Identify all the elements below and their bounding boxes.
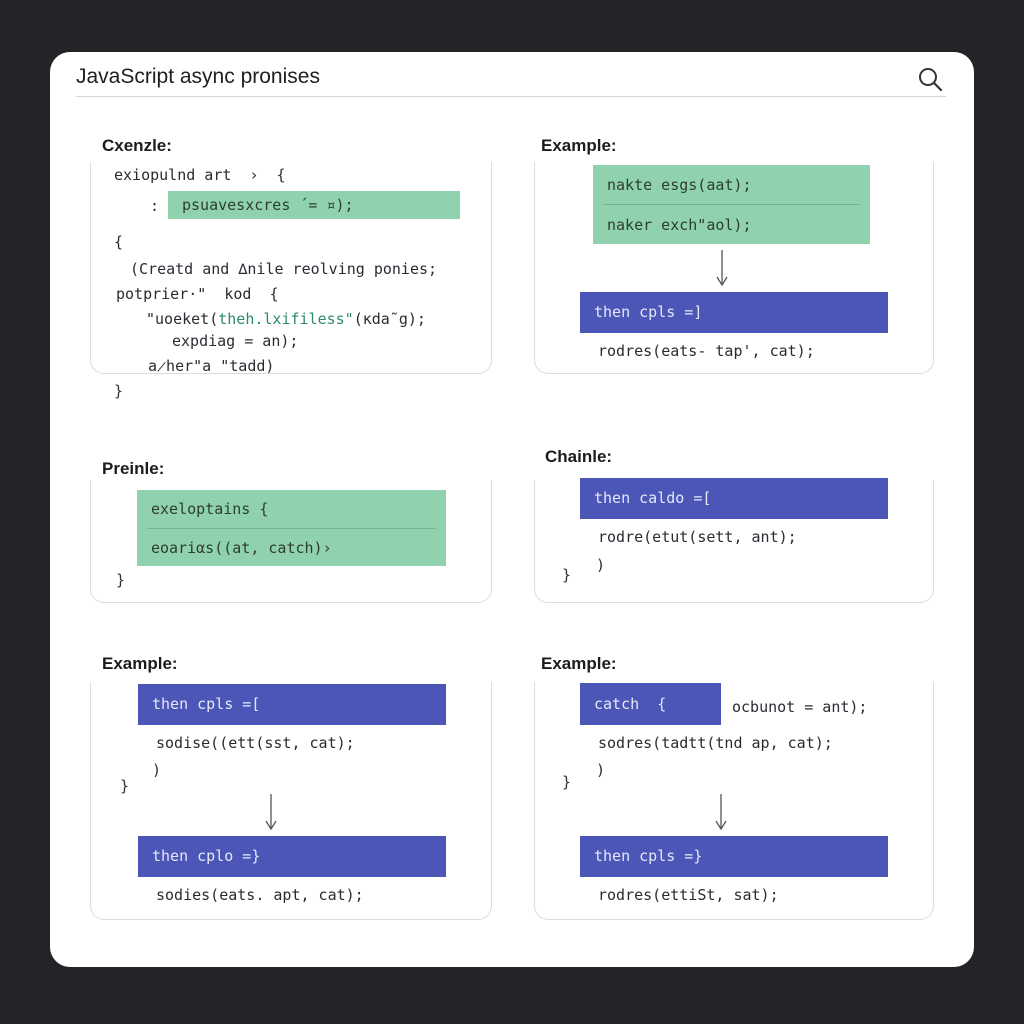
code-line: } bbox=[114, 382, 124, 400]
panel-label-1: Cxenzle: bbox=[102, 136, 172, 155]
code-token: "uoeket( bbox=[146, 310, 219, 328]
promise-then-block[interactable]: then cpls =} bbox=[580, 836, 888, 877]
code-line: exiopulnd art › { bbox=[114, 166, 286, 184]
code-token: (κda˜g); bbox=[353, 310, 426, 328]
code-line: expdiag = an); bbox=[172, 332, 299, 350]
code-line: ocbunot = ant); bbox=[732, 698, 868, 716]
code-line: ) bbox=[152, 761, 162, 779]
promise-then-block[interactable]: then cpls =[ bbox=[138, 684, 446, 725]
panel-label-4: Chainle: bbox=[545, 447, 613, 466]
code-line: a̷her"a "tadd) bbox=[148, 357, 275, 375]
promise-then-block[interactable]: then caldo =[ bbox=[580, 478, 888, 519]
code-line: potprier·" kod { bbox=[116, 285, 279, 303]
code-line: exeloptains { bbox=[151, 500, 269, 518]
panel-label-6: Example: bbox=[541, 654, 617, 673]
promise-then-block[interactable]: then cplo =} bbox=[138, 836, 446, 877]
code-line: (Creatd and ∆nile reolving ponies; bbox=[130, 260, 438, 278]
code-line: rodres(eats- tap', cat); bbox=[598, 342, 815, 360]
panel-label-5: Example: bbox=[102, 654, 178, 673]
code-line: sodise((ett(sst, cat); bbox=[156, 734, 355, 752]
code-line: { bbox=[114, 233, 124, 251]
block-separator bbox=[603, 204, 860, 205]
code-line: sodres(tadtt(tnd ap, cat); bbox=[598, 734, 833, 752]
down-arrow-icon bbox=[265, 794, 277, 831]
panel-label-3: Preinle: bbox=[102, 459, 165, 478]
code-line: psuavesxcres ´= ¤); bbox=[182, 196, 354, 214]
code-token: theh.lxifiless" bbox=[218, 310, 354, 328]
code-line: } bbox=[562, 773, 572, 791]
code-line: ) bbox=[596, 556, 606, 574]
down-arrow-icon bbox=[715, 794, 727, 831]
code-line-colon: : bbox=[150, 197, 160, 215]
down-arrow-icon bbox=[716, 250, 728, 287]
code-line: rodres(ettiSt, sat); bbox=[598, 886, 779, 904]
code-line: } bbox=[116, 571, 126, 589]
search-icon[interactable] bbox=[916, 64, 946, 94]
code-line: "uoeket(theh.lxifiless"(κda˜g); bbox=[146, 309, 426, 329]
highlight-block: exeloptains { eoariαs((at, catch)› bbox=[137, 490, 446, 566]
code-line: sodies(eats. apt, cat); bbox=[156, 886, 364, 904]
promise-then-block[interactable]: then cpls =] bbox=[580, 292, 888, 333]
panel-label-2: Example: bbox=[541, 136, 617, 155]
title-divider bbox=[76, 96, 946, 97]
code-line: eoariαs((at, catch)› bbox=[151, 539, 332, 557]
promise-catch-block[interactable]: catch { bbox=[580, 683, 721, 725]
app-window: JavaScript async pronises Cxenzle: exiop… bbox=[50, 52, 974, 967]
code-line: } bbox=[120, 777, 130, 795]
code-line: nakte esgs(aat); bbox=[607, 176, 752, 194]
code-line: } bbox=[562, 566, 572, 584]
code-line: naker exch"aol); bbox=[607, 216, 752, 234]
code-line: ) bbox=[596, 761, 606, 779]
code-line: rodre(etut(sett, ant); bbox=[598, 528, 797, 546]
highlight-block: nakte esgs(aat); naker exch"aol); bbox=[593, 165, 870, 244]
window-title: JavaScript async pronises bbox=[76, 65, 320, 88]
highlight-block: psuavesxcres ´= ¤); bbox=[168, 191, 460, 219]
block-separator bbox=[147, 528, 436, 529]
